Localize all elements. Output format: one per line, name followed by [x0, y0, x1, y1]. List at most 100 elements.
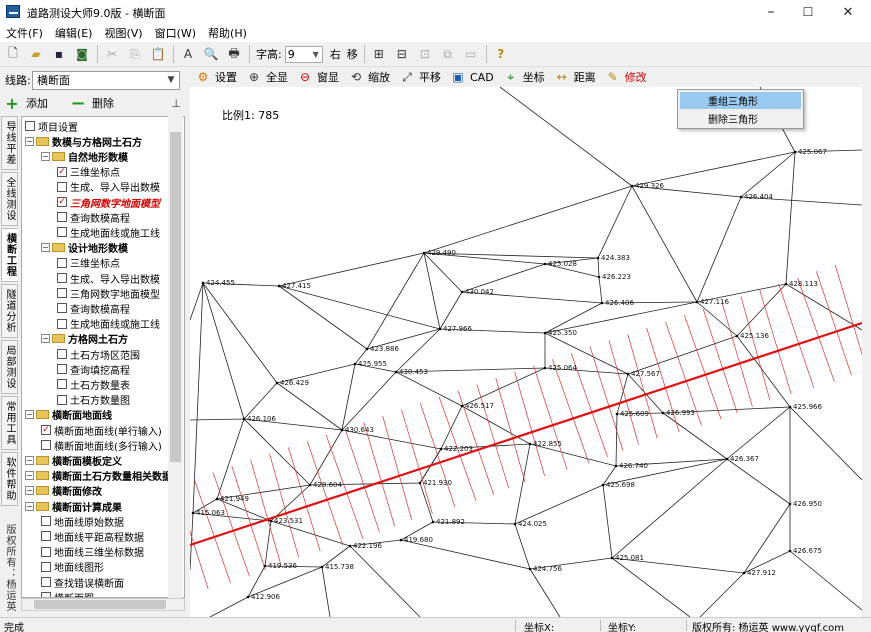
zoom-all-icon[interactable]: ⊕	[246, 70, 262, 84]
checkbox[interactable]	[25, 121, 35, 131]
tree-item-nat-3d-points[interactable]: ✓ 三维坐标点	[57, 165, 120, 179]
right-button[interactable]: 右	[330, 46, 341, 62]
open-folder-icon[interactable]: ▰	[25, 44, 47, 64]
tree-item-gl-distance-elev[interactable]: 地面线平距高程数据	[41, 529, 144, 544]
save-icon[interactable]: ▪	[48, 44, 70, 64]
tree-item-grid-earthwork[interactable]: − 方格网土石方	[41, 332, 128, 346]
tree-item-xs-template[interactable]: − 横断面模板定义	[25, 453, 122, 468]
menu-help[interactable]: 帮助(H)	[202, 25, 253, 41]
zoom-icon[interactable]: ⟲	[348, 70, 364, 84]
tree-item-nat-query-elevation[interactable]: 查询数模高程	[57, 210, 130, 225]
zoom-window-button[interactable]: 窗显	[317, 69, 339, 85]
settings-button[interactable]: 设置	[215, 69, 237, 85]
checkbox[interactable]	[57, 257, 67, 268]
zoom-all-button[interactable]: 全显	[266, 69, 288, 85]
tree-item-query-cut-fill[interactable]: 查询填挖高程	[57, 362, 130, 377]
pin-icon[interactable]: ⊥	[171, 97, 181, 110]
font-height-select[interactable]: 9 ▼	[284, 45, 323, 63]
tree-item-xs-modify[interactable]: − 横断面修改	[25, 484, 102, 498]
tree-item-gl-raw-data[interactable]: 地面线原始数据	[41, 514, 124, 529]
checkbox[interactable]	[57, 394, 67, 405]
collapse-icon[interactable]: −	[25, 501, 34, 511]
tree-scroll-thumb[interactable]	[170, 132, 181, 462]
collapse-icon[interactable]: −	[25, 455, 34, 465]
paste-icon[interactable]: 📋	[147, 44, 169, 64]
checkbox[interactable]	[41, 577, 51, 587]
checkbox[interactable]	[41, 546, 51, 557]
add-button[interactable]: 添加	[26, 95, 48, 111]
collapse-icon[interactable]: −	[41, 243, 50, 253]
tab-cross-section[interactable]: 横断工程	[1, 228, 18, 282]
tab-software-help[interactable]: 软件帮助	[1, 452, 18, 506]
tree-item-design-terrain-dtm[interactable]: − 设计地形数模	[41, 241, 128, 255]
checkbox[interactable]	[41, 531, 51, 542]
tree-item-xs-single-input[interactable]: ✓ 横断面地面线(单行输入)	[41, 423, 162, 438]
checkbox[interactable]	[57, 273, 67, 283]
collapse-icon[interactable]: −	[25, 471, 34, 481]
checkbox[interactable]	[41, 561, 51, 572]
checkbox[interactable]: ✓	[57, 197, 67, 207]
menu-view[interactable]: 视图(V)	[98, 25, 148, 41]
tree-item-xs-results[interactable]: − 横断面计算成果	[25, 499, 122, 514]
checkbox[interactable]	[57, 349, 67, 359]
tab-common-tools[interactable]: 常用工具	[1, 396, 18, 450]
cut-icon[interactable]: ✂	[101, 44, 123, 64]
help-icon[interactable]: ?	[490, 44, 512, 64]
tab-full-route[interactable]: 全线测设	[1, 172, 18, 226]
route-select[interactable]: 横断面 ▼	[32, 70, 180, 90]
tin-canvas[interactable]: 425.067 429.326 426.404 429.490 424.383 425.0…	[190, 87, 862, 617]
checkbox[interactable]	[57, 303, 67, 314]
tree-item-project-settings[interactable]: 项目设置	[25, 119, 78, 134]
tree-item-des-tin-model[interactable]: 三角网数字地面模型	[57, 286, 160, 301]
tree-item-find-error-xs[interactable]: 查找错误横断面	[41, 575, 124, 590]
tree-item-dtm-grid-earthwork[interactable]: − 数模与方格网土石方	[25, 134, 142, 149]
checkbox[interactable]	[41, 440, 51, 451]
tab-local-survey[interactable]: 局部测设	[1, 340, 18, 394]
tree-item-nat-ground-line[interactable]: 生成地面线或施工线	[57, 225, 160, 240]
delete-triangle-menu-item[interactable]: 删除三角形	[680, 110, 801, 127]
pan-icon[interactable]: ⤢	[399, 70, 415, 85]
checkbox[interactable]	[57, 227, 67, 238]
checkbox[interactable]: ✓	[41, 425, 51, 435]
edit-button[interactable]: 修改	[625, 69, 647, 85]
copy-icon[interactable]: ⎘	[124, 44, 146, 64]
tree-item-des-generate-dtm[interactable]: 生成、导入导出数模	[57, 271, 160, 286]
tree-item-xs-ground-line[interactable]: − 横断面地面线	[25, 408, 112, 422]
tree-hscroll-thumb[interactable]	[34, 600, 166, 609]
print-preview-icon[interactable]: 🔍	[200, 44, 222, 64]
remove-icon[interactable]: −	[68, 93, 88, 114]
distance-button[interactable]: 距离	[574, 69, 596, 85]
checkbox[interactable]	[57, 364, 67, 375]
window-tile-icon[interactable]: ⊡	[414, 44, 436, 64]
checkbox[interactable]	[57, 379, 67, 390]
text-style-icon[interactable]: A	[177, 44, 199, 64]
coordinate-button[interactable]: 坐标	[523, 69, 545, 85]
collapse-icon[interactable]: −	[25, 410, 34, 420]
checkbox[interactable]	[57, 181, 67, 192]
menu-window[interactable]: 窗口(W)	[149, 25, 202, 41]
tree-item-earthwork-table[interactable]: 土石方数量表	[57, 377, 130, 392]
window-cascade-icon[interactable]: ⧉	[437, 44, 459, 64]
tree-item-nat-generate-dtm[interactable]: 生成、导入导出数模	[57, 180, 160, 194]
tree-item-earthwork-chart[interactable]: 土石方数量图	[57, 393, 130, 407]
add-icon[interactable]: +	[2, 94, 22, 113]
tree-item-xs-drawing[interactable]: 横断面图	[41, 590, 94, 597]
tree-item-des-3d-points[interactable]: 三维坐标点	[57, 256, 120, 270]
minimize-button[interactable]: –	[751, 0, 791, 24]
tree-item-des-query-elevation[interactable]: 查询数模高程	[57, 301, 130, 316]
distance-icon[interactable]: ↔	[554, 70, 570, 84]
zoom-button[interactable]: 缩放	[368, 69, 390, 85]
print-setup-icon[interactable]: ◙	[71, 44, 93, 64]
maximize-button[interactable]: ☐	[788, 0, 828, 24]
tree-item-des-ground-line[interactable]: 生成地面线或施工线	[57, 317, 160, 331]
collapse-icon[interactable]: −	[25, 136, 34, 146]
tree-item-nat-tin-model[interactable]: ✓ 三角网数字地面模型	[57, 195, 160, 210]
cad-icon[interactable]: ▣	[450, 70, 466, 84]
tree-item-earthwork-area[interactable]: 土石方场区范围	[57, 347, 140, 362]
window-split-icon[interactable]: ⊟	[391, 44, 413, 64]
menu-edit[interactable]: 编辑(E)	[49, 25, 99, 41]
canvas-scrollbar[interactable]	[862, 87, 871, 617]
collapse-icon[interactable]: −	[41, 151, 50, 161]
checkbox[interactable]	[57, 318, 67, 329]
collapse-icon[interactable]: −	[25, 486, 34, 496]
